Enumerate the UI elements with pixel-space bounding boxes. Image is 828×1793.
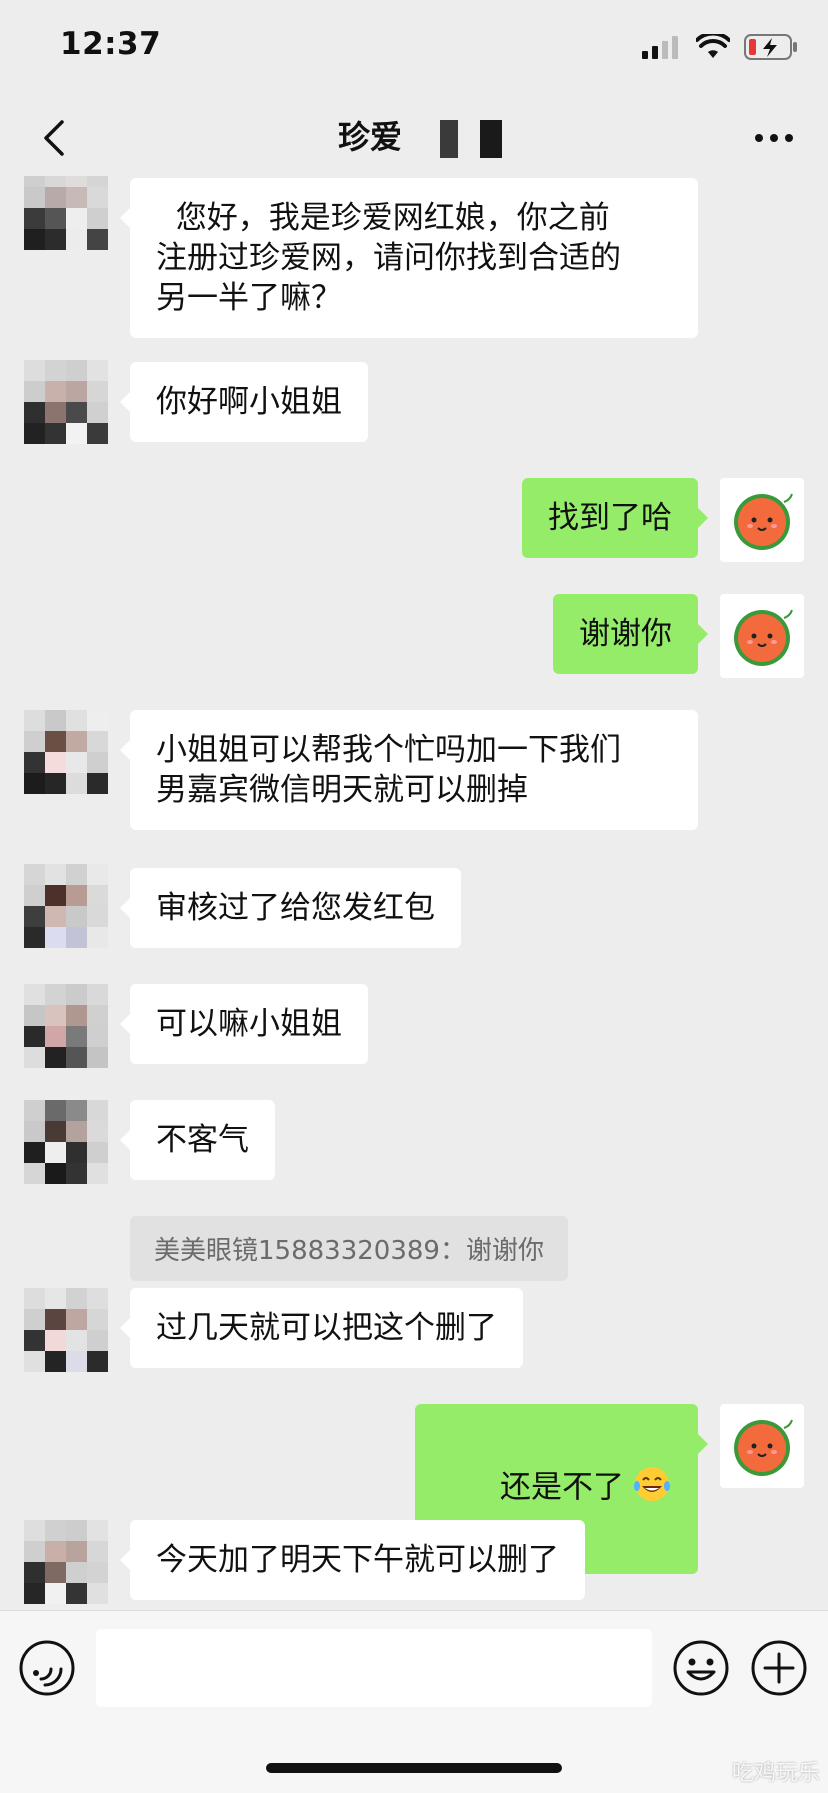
message-bubble-outgoing[interactable]: 谢谢你 xyxy=(553,594,708,674)
status-time: 12:37 xyxy=(60,26,162,62)
nav-bar: 珍爱 xyxy=(0,100,828,176)
watermark: 吃鸡玩乐 xyxy=(731,1761,820,1786)
home-indicator xyxy=(266,1763,562,1773)
emoji-icon xyxy=(673,1640,729,1696)
title-redaction xyxy=(440,120,458,158)
contact-avatar[interactable] xyxy=(24,864,108,948)
emoji-button[interactable] xyxy=(672,1639,730,1697)
watermelon-avatar-icon xyxy=(734,1419,793,1476)
plus-icon xyxy=(751,1640,807,1696)
message-bubble-incoming[interactable]: 过几天就可以把这个删了 xyxy=(120,1288,523,1368)
message-text: 还是不了 xyxy=(500,1469,624,1506)
self-avatar[interactable] xyxy=(720,1404,804,1488)
contact-avatar[interactable] xyxy=(24,1520,108,1604)
voice-icon xyxy=(19,1640,75,1696)
contact-avatar[interactable] xyxy=(24,984,108,1068)
contact-avatar[interactable] xyxy=(24,360,108,444)
message-bubble-incoming[interactable]: 可以嘛小姐姐 xyxy=(120,984,368,1064)
chat-area[interactable]: 您好，我是珍爱网红娘，你之前 注册过珍爱网，请问你找到合适的 另一半了嘛？ 你好… xyxy=(0,176,828,1610)
contact-avatar[interactable] xyxy=(24,1288,108,1372)
more-button[interactable] xyxy=(744,112,804,164)
message-bubble-incoming[interactable]: 您好，我是珍爱网红娘，你之前 注册过珍爱网，请问你找到合适的 另一半了嘛？ xyxy=(120,178,698,338)
chat-title: 珍爱 xyxy=(0,112,828,158)
status-icons xyxy=(642,34,798,60)
plus-button[interactable] xyxy=(750,1639,808,1697)
contact-avatar[interactable] xyxy=(24,710,108,794)
battery-icon xyxy=(744,34,797,60)
message-bubble-outgoing[interactable]: 找到了哈 xyxy=(522,478,708,558)
watermelon-avatar-icon xyxy=(734,493,793,550)
contact-avatar[interactable] xyxy=(24,1100,108,1184)
title-redaction xyxy=(480,120,502,158)
message-bubble-incoming[interactable]: 小姐姐可以帮我个忙吗加一下我们 男嘉宾微信明天就可以删掉 xyxy=(120,710,698,830)
more-icon xyxy=(755,134,793,142)
watermelon-avatar-icon xyxy=(734,609,793,666)
voice-button[interactable] xyxy=(18,1639,76,1697)
message-bubble-incoming[interactable]: 你好啊小姐姐 xyxy=(120,362,368,442)
status-bar: 12:37 xyxy=(0,0,828,100)
laughing-tears-emoji-icon xyxy=(632,1464,672,1514)
input-bar: 吃鸡玩乐 xyxy=(0,1610,828,1793)
message-bubble-incoming[interactable]: 今天加了明天下午就可以删了 xyxy=(120,1520,585,1600)
message-input[interactable] xyxy=(96,1629,652,1707)
wifi-icon xyxy=(696,34,730,58)
signal-icon xyxy=(642,36,678,59)
quoted-reply[interactable]: 美美眼镜15883320389：谢谢你 xyxy=(130,1216,568,1281)
contact-avatar[interactable] xyxy=(24,176,108,250)
self-avatar[interactable] xyxy=(720,594,804,678)
message-bubble-incoming[interactable]: 审核过了给您发红包 xyxy=(120,868,461,948)
message-bubble-incoming[interactable]: 不客气 xyxy=(120,1100,275,1180)
self-avatar[interactable] xyxy=(720,478,804,562)
chat-title-text: 珍爱 xyxy=(337,118,402,156)
